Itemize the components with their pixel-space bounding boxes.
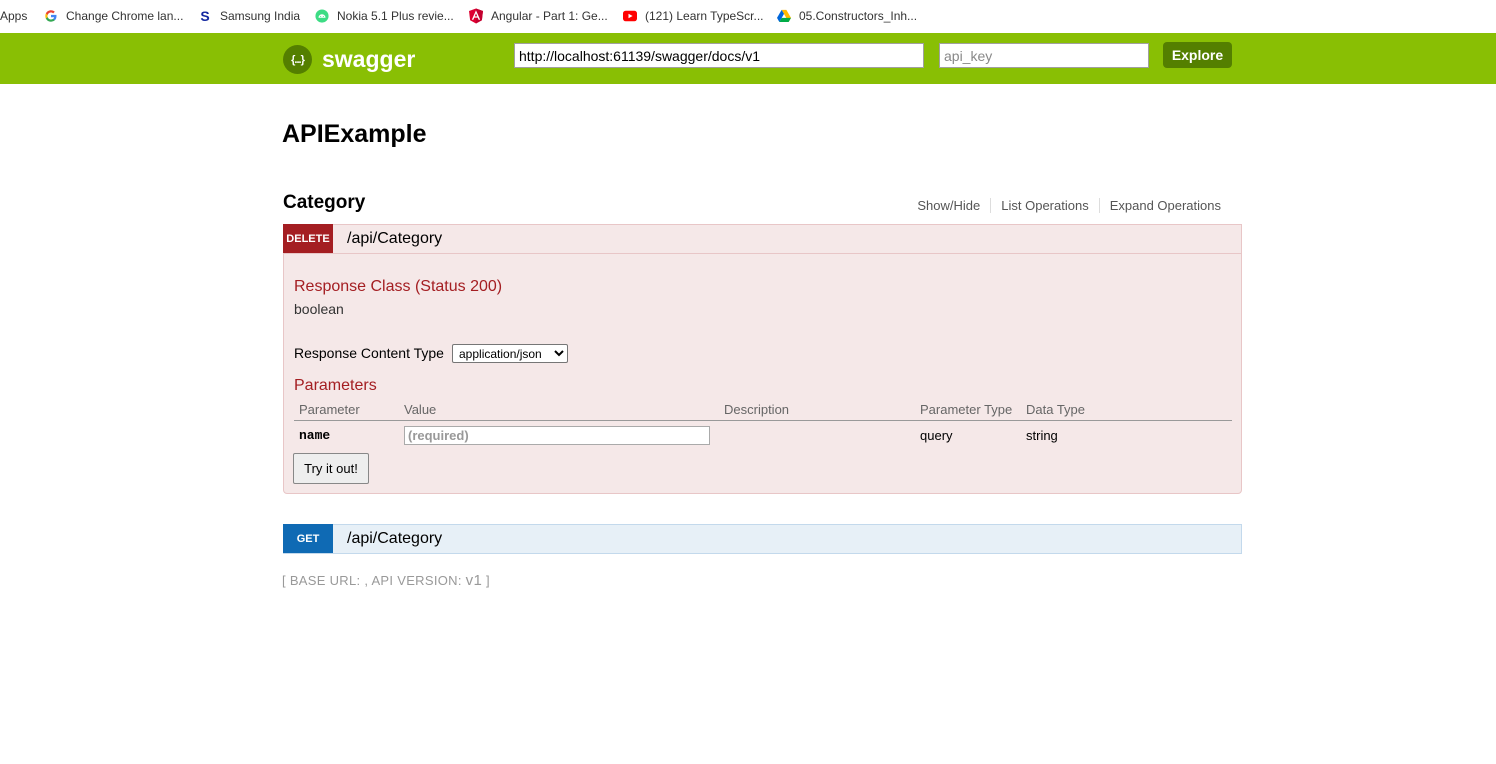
- column-header: Data Type: [1021, 400, 1232, 421]
- samsung-icon: S: [200, 8, 210, 24]
- android-icon: [315, 9, 329, 23]
- api-title: APIExample: [282, 120, 427, 148]
- bookmark-label: (121) Learn TypeScr...: [645, 9, 764, 23]
- bookmark-nokia[interactable]: Nokia 5.1 Plus revie...: [315, 2, 454, 30]
- parameters-title: Parameters: [294, 377, 377, 394]
- show-hide-link[interactable]: Show/Hide: [907, 198, 990, 213]
- bookmark-typescript[interactable]: (121) Learn TypeScr...: [623, 2, 764, 30]
- operation-path[interactable]: /api/Category: [347, 230, 442, 248]
- base-url-text: [ BASE URL: , API VERSION:: [282, 573, 466, 588]
- parameter-name: name: [299, 427, 331, 443]
- parameter-description: [719, 420, 915, 450]
- bookmark-label: Apps: [0, 9, 28, 23]
- spec-url-input[interactable]: [514, 43, 924, 68]
- base-url-close: ]: [482, 573, 490, 588]
- bookmark-apps[interactable]: Apps: [0, 2, 27, 30]
- bookmark-samsung[interactable]: S Samsung India: [198, 2, 300, 30]
- operation-heading[interactable]: DELETE /api/Category: [283, 224, 1241, 254]
- response-content-type-select[interactable]: application/json: [452, 344, 568, 363]
- bookmark-label: Nokia 5.1 Plus revie...: [337, 9, 454, 23]
- youtube-icon: [623, 9, 637, 23]
- swagger-header: {...} swagger Explore: [0, 33, 1496, 84]
- parameter-value-cell: [399, 420, 719, 450]
- response-class-type: boolean: [294, 301, 344, 317]
- column-header: Value: [399, 400, 719, 421]
- response-class-title: Response Class (Status 200): [294, 278, 503, 295]
- operation-get: GET /api/Category: [283, 524, 1242, 554]
- resource-links: Show/Hide List Operations Expand Operati…: [907, 198, 1231, 213]
- method-badge-get[interactable]: GET: [283, 524, 333, 553]
- bookmark-constructors[interactable]: 05.Constructors_Inh...: [777, 2, 917, 30]
- resource-name[interactable]: Category: [283, 192, 365, 214]
- parameter-data-type: string: [1026, 427, 1058, 443]
- google-icon: [44, 9, 58, 23]
- api-key-input[interactable]: [939, 43, 1149, 68]
- swagger-logo[interactable]: {...} swagger: [283, 45, 415, 74]
- try-it-out-button[interactable]: Try it out!: [293, 453, 369, 484]
- method-badge-delete[interactable]: DELETE: [283, 224, 333, 253]
- bookmarks-bar: Apps Change Chrome lan... S Samsung Indi…: [0, 0, 1496, 32]
- column-header: Parameter: [294, 400, 399, 421]
- bookmark-change-chrome[interactable]: Change Chrome lan...: [44, 2, 183, 30]
- operation-heading[interactable]: GET /api/Category: [283, 524, 1241, 553]
- bookmark-label: Angular - Part 1: Ge...: [491, 9, 608, 23]
- bookmark-label: Samsung India: [220, 9, 301, 23]
- resource-heading: Category Show/Hide List Operations Expan…: [283, 192, 1241, 218]
- parameter-value-input[interactable]: [404, 425, 710, 445]
- expand-operations-link[interactable]: Expand Operations: [1098, 198, 1231, 213]
- list-operations-link[interactable]: List Operations: [990, 198, 1098, 213]
- base-url-info: [ BASE URL: , API VERSION: v1 ]: [282, 572, 490, 589]
- swagger-logo-icon: {...}: [283, 45, 312, 74]
- explore-button[interactable]: Explore: [1163, 42, 1232, 68]
- column-header: Description: [719, 400, 915, 421]
- bookmark-label: 05.Constructors_Inh...: [799, 9, 918, 23]
- api-version: v1: [465, 572, 483, 589]
- parameter-row: name query string: [294, 420, 1232, 450]
- parameters-header-row: Parameter Value Description Parameter Ty…: [294, 400, 1232, 421]
- swagger-logo-text: swagger: [322, 46, 416, 72]
- operation-delete: DELETE /api/Category Response Class (Sta…: [283, 224, 1242, 494]
- google-drive-icon: [777, 9, 791, 23]
- response-content-type-label: Response Content Type: [294, 345, 444, 361]
- parameters-table: Parameter Value Description Parameter Ty…: [294, 400, 1232, 450]
- parameter-type: query: [920, 427, 953, 443]
- operation-path[interactable]: /api/Category: [347, 530, 442, 548]
- bookmark-angular[interactable]: Angular - Part 1: Ge...: [469, 2, 608, 30]
- bookmark-label: Change Chrome lan...: [66, 9, 184, 23]
- angular-icon: [469, 8, 483, 24]
- column-header: Parameter Type: [915, 400, 1021, 421]
